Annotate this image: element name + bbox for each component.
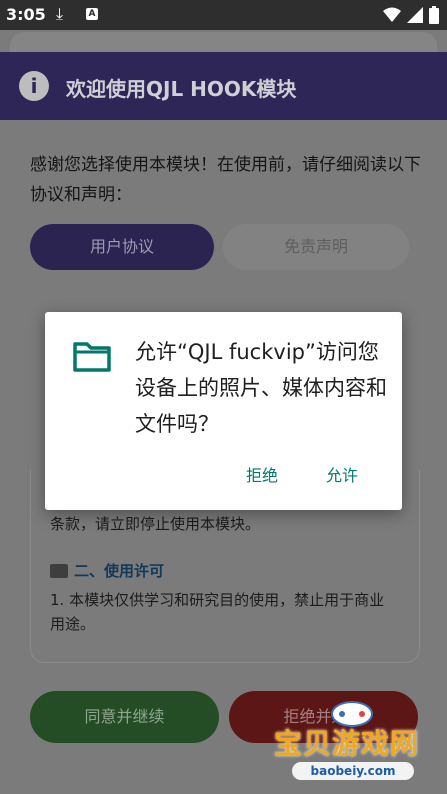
notification-badge-icon: A [86,8,98,20]
signal-icon [407,7,423,23]
content-tail-line: 条款，请立即停止使用本模块。 [50,515,261,533]
deny-button[interactable]: 拒绝 [246,462,278,486]
permission-message: 允许“QJL fuckvip”访问您设备上的照片、媒体内容和文件吗？ [135,340,387,436]
section-heading-text: 二、使用许可 [74,562,165,580]
system-icons [383,6,439,24]
section-heading: 二、使用许可 [50,560,164,581]
battery-icon [429,6,439,24]
watermark-logo: 宝贝游戏网 baobeiy.com [270,700,440,790]
status-bar: 3:05 ⤓ A [0,0,447,30]
watermark-url: baobeiy.com [292,762,414,780]
info-icon: i [19,71,49,101]
permission-dialog: 允许“QJL fuckvip”访问您设备上的照片、媒体内容和文件吗？ 拒绝 允许 [45,312,402,510]
book-icon [50,564,68,578]
download-icon: ⤓ [56,4,64,23]
watermark-text: 宝贝游戏网 [274,727,420,760]
intro-text: 感谢您选择使用本模块！在使用前，请仔细阅读以下协议和声明： [30,155,421,205]
wifi-icon [383,7,401,22]
content-section-line: 1. 本模块仅供学习和研究目的使用，禁止用于商业用途。 [50,591,385,633]
folder-icon [73,342,111,372]
allow-button[interactable]: 允许 [326,462,358,486]
tab-user-agreement[interactable]: 用户协议 [30,224,214,270]
header-title: 欢迎使用QJL HOOK模块 [66,77,297,101]
app-header: i 欢迎使用QJL HOOK模块 [0,52,447,120]
agree-continue-button[interactable]: 同意并继续 [30,691,219,743]
tab-disclaimer[interactable]: 免责声明 [223,224,409,270]
status-time: 3:05 [6,5,46,24]
